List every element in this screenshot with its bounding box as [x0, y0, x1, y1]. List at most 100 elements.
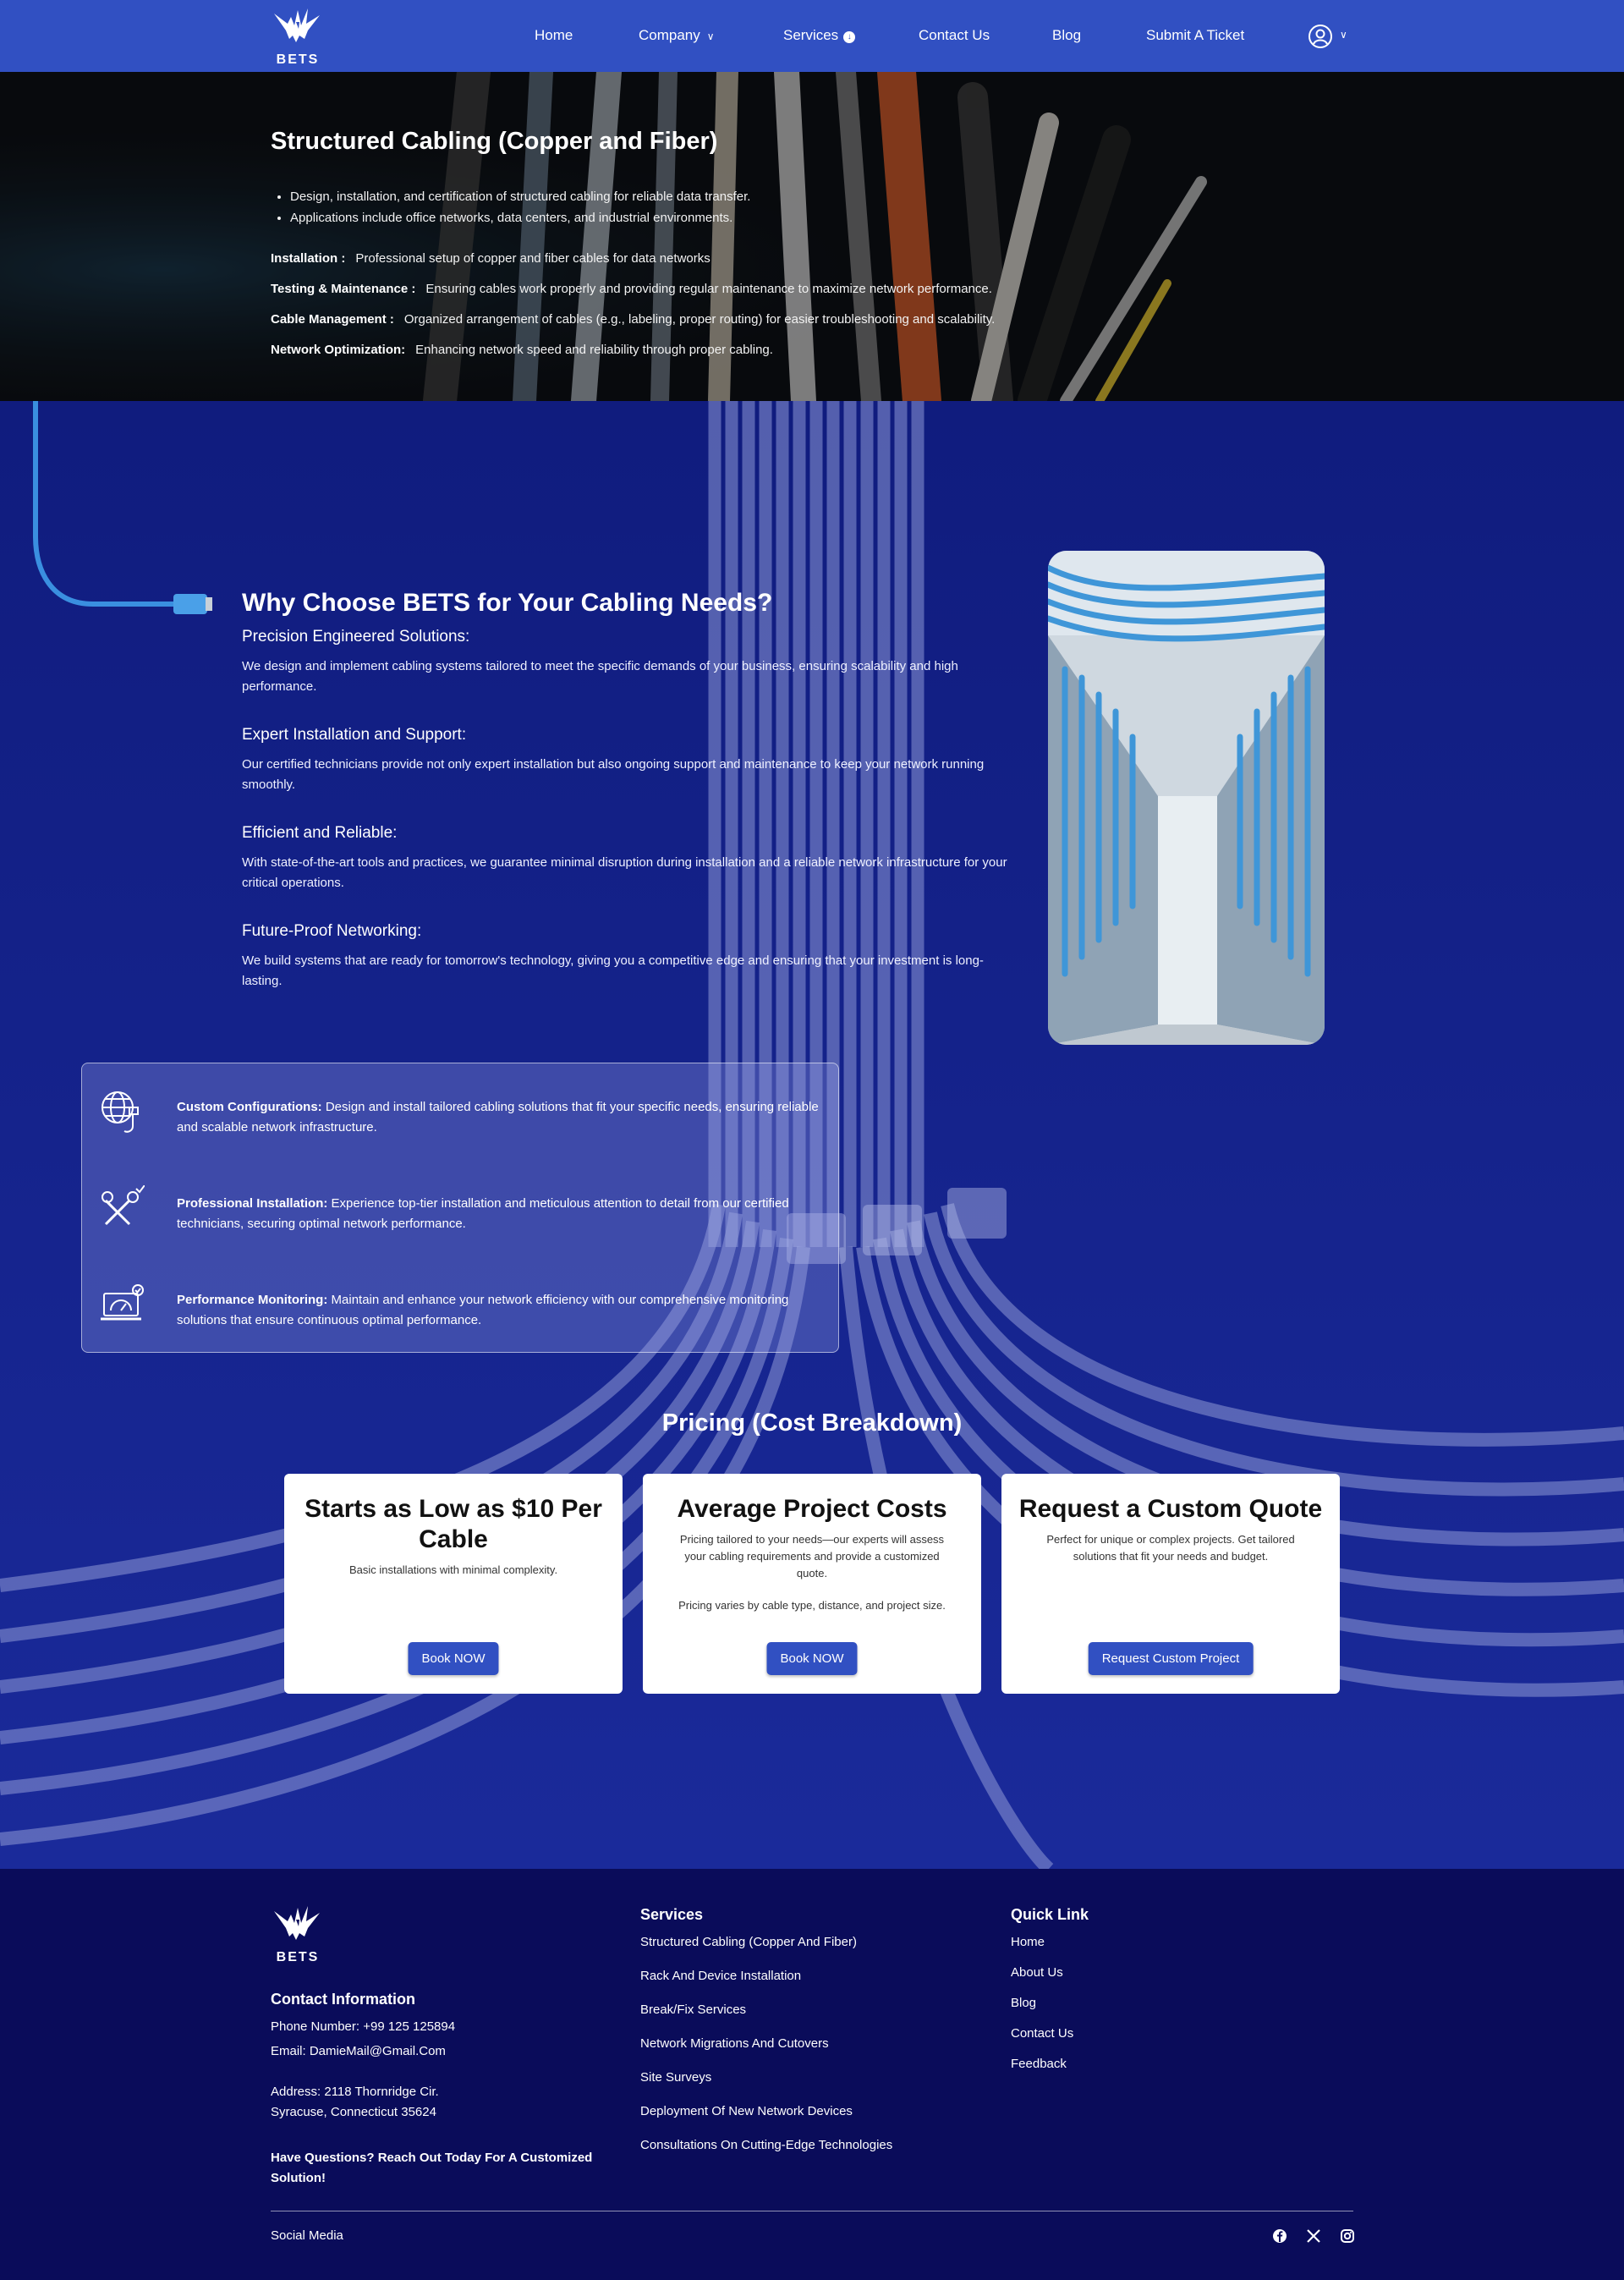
why-item-text: Our certified technicians provide not on…: [242, 757, 985, 792]
chevron-down-icon: ∨: [1340, 29, 1347, 41]
book-now-button[interactable]: Book NOW: [408, 1642, 499, 1675]
price-card-title: Request a Custom Quote: [1018, 1495, 1323, 1523]
price-card-title: Starts as Low as $10 Per Cable: [304, 1495, 602, 1553]
nav-ticket-label: Submit A Ticket: [1146, 27, 1245, 43]
contact-address-line1: Address: 2118 Thornridge Cir.: [271, 2085, 439, 2099]
why-item-heading: Efficient and Reliable:: [242, 824, 398, 842]
request-custom-project-button[interactable]: Request Custom Project: [1088, 1642, 1254, 1675]
why-item-heading: Precision Engineered Solutions:: [242, 628, 470, 646]
price-card-starter: Starts as Low as $10 Per Cable Basic ins…: [284, 1474, 623, 1694]
nav-submit-ticket[interactable]: Submit A Ticket: [1146, 27, 1244, 44]
footer-service-link[interactable]: Break/Fix Services: [640, 2003, 746, 2017]
footer-service-link[interactable]: Network Migrations And Cutovers: [640, 2036, 829, 2051]
tools-icon: [102, 1185, 145, 1226]
eagle-icon: [274, 1906, 320, 1940]
nav-blog-label: Blog: [1052, 27, 1082, 43]
detail-label: Cable Management :: [271, 312, 394, 327]
detail-text: Enhancing network speed and reliability …: [415, 343, 773, 357]
footer-service-link[interactable]: Site Surveys: [640, 2070, 711, 2085]
nav-services[interactable]: Services ↓: [783, 27, 856, 44]
nav-blog[interactable]: Blog: [1052, 27, 1081, 44]
globe-plug-icon: [102, 1091, 139, 1133]
eagle-icon: [274, 8, 320, 42]
footer-quick-link[interactable]: Feedback: [1011, 2057, 1067, 2071]
nav-company-label: Company: [639, 27, 700, 43]
price-card-custom: Request a Custom Quote Perfect for uniqu…: [1001, 1474, 1340, 1694]
detail-label: Testing & Maintenance :: [271, 282, 416, 296]
hero-detail-installation: Installation : Professional setup of copp…: [271, 251, 710, 266]
facebook-icon[interactable]: [1271, 2228, 1288, 2244]
price-card-description: Basic installations with minimal complex…: [348, 1563, 558, 1576]
nav-contact[interactable]: Contact Us: [919, 27, 990, 44]
contact-heading: Contact Information: [271, 1991, 415, 2008]
why-choose-title: Why Choose BETS for Your Cabling Needs?: [242, 589, 773, 617]
detail-text: Organized arrangement of cables (e.g., l…: [403, 312, 996, 327]
feature-title: Performance Monitoring:: [177, 1293, 328, 1307]
price-card-description: Perfect for unique or complex projects. …: [1046, 1533, 1295, 1563]
hero-bullet-list: Design, installation, and certification …: [290, 186, 750, 228]
footer-logo[interactable]: BETS: [271, 1903, 325, 1965]
why-item: Precision Engineered Solutions: We desig…: [242, 628, 1012, 697]
quick-link-heading: Quick Link: [1011, 1906, 1089, 1923]
nav-services-label: Services: [783, 27, 839, 43]
data-center-image: [1048, 551, 1325, 1045]
cables-background-image: [0, 72, 1624, 401]
footer-service-link[interactable]: Consultations On Cutting-Edge Technologi…: [640, 2138, 892, 2152]
user-circle-icon: [1309, 25, 1332, 48]
detail-text: Professional setup of copper and fiber c…: [355, 251, 710, 266]
footer-service-link[interactable]: Deployment Of New Network Devices: [640, 2104, 853, 2118]
laptop-gauge-icon: [101, 1284, 144, 1321]
contact-email: Email: DamieMail@Gmail.Com: [271, 2044, 446, 2058]
nav-company[interactable]: Company ∨: [639, 27, 715, 44]
why-item: Expert Installation and Support: Our cer…: [242, 726, 1012, 795]
social-media-label: Social Media: [271, 2228, 343, 2243]
detail-label: Network Optimization:: [271, 343, 406, 357]
feature-title: Professional Installation:: [177, 1196, 328, 1211]
why-item-heading: Expert Installation and Support:: [242, 726, 467, 744]
footer-quick-link[interactable]: About Us: [1011, 1965, 1063, 1980]
feature-title: Custom Configurations:: [177, 1100, 322, 1114]
feature-text: Performance Monitoring: Maintain and enh…: [177, 1290, 828, 1331]
detail-text: Ensuring cables work properly and provid…: [425, 282, 992, 296]
why-item: Future-Proof Networking: We build system…: [242, 922, 1012, 992]
why-item: Efficient and Reliable: With state-of-th…: [242, 824, 1012, 893]
book-now-button[interactable]: Book NOW: [766, 1642, 858, 1675]
why-item-text: We build systems that are ready for tomo…: [242, 953, 984, 988]
footer-quick-link[interactable]: Blog: [1011, 1996, 1036, 2010]
footer-service-link[interactable]: Rack And Device Installation: [640, 1969, 801, 1983]
main-section: Why Choose BETS for Your Cabling Needs? …: [0, 401, 1624, 1869]
bets-logo[interactable]: BETS: [271, 5, 325, 68]
feature-text: Custom Configurations: Design and instal…: [177, 1097, 828, 1138]
why-item-text: With state-of-the-art tools and practice…: [242, 855, 1007, 890]
hero-bullet: Design, installation, and certification …: [290, 186, 750, 207]
price-card-description: Pricing tailored to your needs—our exper…: [679, 1533, 945, 1580]
hero-detail-testing: Testing & Maintenance : Ensuring cables w…: [271, 282, 992, 296]
contact-address-line2: Syracuse, Connecticut 35624: [271, 2105, 436, 2119]
detail-label: Installation :: [271, 251, 346, 266]
hero-title: Structured Cabling (Copper and Fiber): [271, 128, 718, 155]
footer-quick-link[interactable]: Contact Us: [1011, 2026, 1073, 2041]
footer-quick-link[interactable]: Home: [1011, 1935, 1045, 1949]
logo-text: BETS: [276, 1950, 320, 1964]
feature-text: Professional Installation: Experience to…: [177, 1194, 828, 1234]
why-item-heading: Future-Proof Networking:: [242, 922, 422, 940]
x-icon[interactable]: [1305, 2228, 1322, 2244]
contact-phone: Phone Number: +99 125 125894: [271, 2019, 456, 2034]
footer-service-link[interactable]: Structured Cabling (Copper And Fiber): [640, 1935, 857, 1949]
hero-section: Structured Cabling (Copper and Fiber) De…: [0, 72, 1624, 401]
price-card-average: Average Project Costs Pricing tailored t…: [643, 1474, 981, 1694]
instagram-icon[interactable]: [1339, 2228, 1356, 2244]
pricing-title: Pricing (Cost Breakdown): [661, 1409, 963, 1437]
footer-cta-text: Have Questions? Reach Out Today For A Cu…: [271, 2151, 593, 2185]
hero-bullet: Applications include office networks, da…: [290, 207, 750, 228]
user-account-menu[interactable]: ∨: [1308, 24, 1355, 49]
why-item-text: We design and implement cabling systems …: [242, 659, 958, 694]
logo-text: BETS: [276, 52, 320, 67]
price-card-title: Average Project Costs: [677, 1495, 947, 1523]
arrow-down-circle-icon: ↓: [843, 31, 856, 43]
price-card-note: Pricing varies by cable type, distance, …: [678, 1599, 946, 1612]
chevron-down-icon: ∨: [706, 30, 715, 42]
site-header: BETS Home Company ∨ Services ↓ Contact Us …: [0, 0, 1624, 72]
features-panel: Custom Configurations: Design and instal…: [81, 1063, 839, 1353]
nav-home[interactable]: Home: [535, 27, 573, 44]
